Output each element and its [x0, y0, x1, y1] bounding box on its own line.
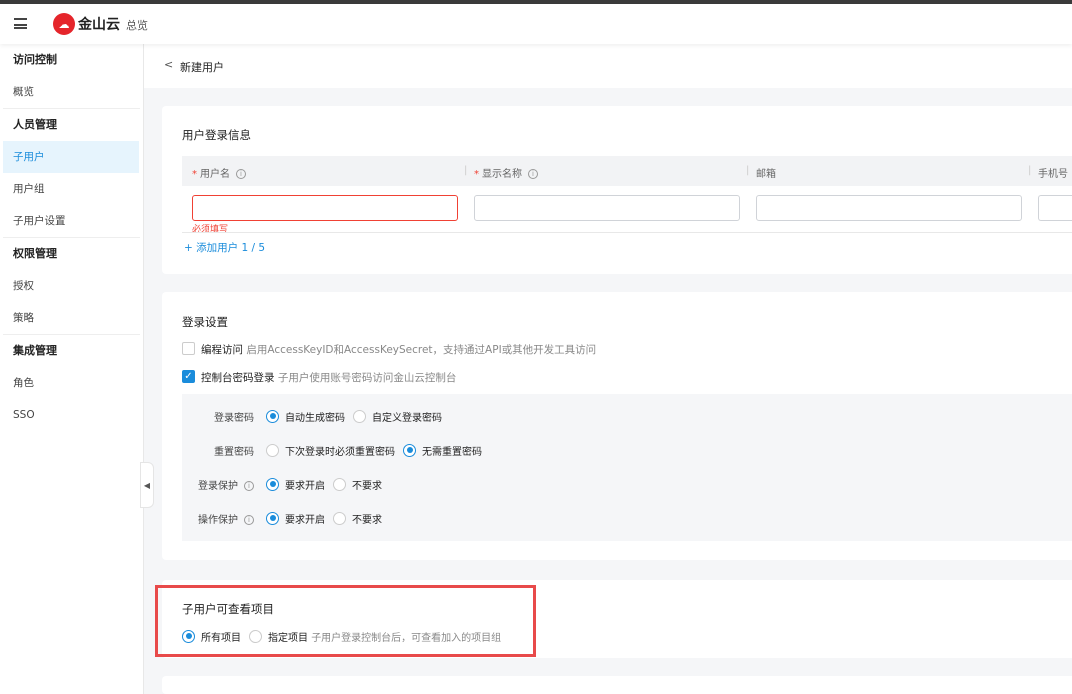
email-input[interactable] — [756, 195, 1022, 221]
sidebar-item-subuser-settings[interactable]: 子用户设置 — [0, 205, 139, 237]
sidebar-item-policies[interactable]: 策略 — [0, 302, 139, 334]
login-password-row: 登录密码 自动生成密码 自定义登录密码 — [182, 406, 450, 426]
console-login-settings: 登录密码 自动生成密码 自定义登录密码 重置密码 下次登录时必须重置密码 无需重… — [182, 394, 1072, 541]
sidebar-item-authorization[interactable]: 授权 — [0, 270, 139, 302]
sidebar: 访问控制 概览 人员管理 子用户 用户组 子用户设置 权限管理 授权 策略 集成… — [0, 44, 144, 694]
section-title: 登录设置 — [182, 315, 228, 329]
sidebar-item-overview[interactable]: 概览 — [0, 76, 139, 108]
page-header: < 新建用户 — [144, 44, 1072, 88]
radio-custom-password[interactable]: 自定义登录密码 — [353, 409, 442, 424]
sidebar-group-people: 人员管理 — [13, 118, 57, 131]
username-error: 必须填写 — [192, 225, 229, 235]
cloud-logo-icon: ☁ — [53, 13, 75, 35]
column-email: | 邮箱 — [746, 165, 776, 180]
sidebar-item-subusers[interactable]: 子用户 — [3, 141, 139, 173]
add-user-button[interactable]: + 添加用户 1 / 5 — [184, 240, 265, 255]
sidebar-group-access-control: 访问控制 — [13, 53, 57, 66]
radio-op-protect-off[interactable]: 不要求 — [333, 511, 382, 526]
sidebar-group-permissions: 权限管理 — [13, 247, 57, 260]
column-display-name: | * 显示名称 i — [464, 165, 538, 180]
display-name-input[interactable] — [474, 195, 740, 221]
back-chevron-icon[interactable]: < — [164, 58, 173, 71]
phone-input[interactable] — [1038, 195, 1072, 221]
column-username: * 用户名 i — [192, 165, 246, 180]
info-icon[interactable]: i — [244, 480, 254, 491]
next-card — [162, 676, 1072, 694]
radio-auto-password[interactable]: 自动生成密码 — [266, 409, 345, 424]
console-login-checkbox[interactable]: ✓ — [182, 370, 195, 383]
logo-text: 金山云 — [78, 17, 120, 33]
sidebar-item-roles[interactable]: 角色 — [0, 367, 139, 399]
console-login-option: 控制台密码登录 子用户使用账号密码访问金山云控制台 — [201, 372, 457, 384]
login-settings-card: 登录设置 编程访问 启用AccessKeyID和AccessKeySecret，… — [162, 292, 1072, 560]
divider — [182, 232, 1072, 233]
sidebar-collapse-button[interactable]: ◀ — [140, 462, 154, 508]
highlight-box — [155, 585, 536, 657]
operation-protection-row: 操作保护 i 要求开启 不要求 — [182, 508, 390, 528]
info-icon[interactable]: i — [236, 169, 246, 179]
sidebar-group-integration: 集成管理 — [13, 344, 57, 357]
programmatic-access-option: 编程访问 启用AccessKeyID和AccessKeySecret，支持通过A… — [201, 344, 597, 356]
overview-link[interactable]: 总览 — [126, 17, 148, 33]
section-title: 用户登录信息 — [182, 128, 251, 142]
programmatic-access-checkbox[interactable] — [182, 342, 195, 355]
reset-password-row: 重置密码 下次登录时必须重置密码 无需重置密码 — [182, 440, 490, 460]
radio-no-reset[interactable]: 无需重置密码 — [403, 443, 482, 458]
login-info-card: 用户登录信息 * 用户名 i | * 显示名称 i | 邮箱 | 手机号 必须填写 + 添加用… — [162, 106, 1072, 274]
login-protection-row: 登录保护 i 要求开启 不要求 — [182, 474, 390, 494]
radio-login-protect-off[interactable]: 不要求 — [333, 477, 382, 492]
hamburger-menu-icon[interactable] — [14, 18, 27, 29]
info-icon[interactable]: i — [244, 514, 254, 525]
column-phone: | 手机号 — [1028, 165, 1068, 180]
radio-must-reset[interactable]: 下次登录时必须重置密码 — [266, 443, 395, 458]
table-header: * 用户名 i | * 显示名称 i | 邮箱 | 手机号 — [182, 156, 1072, 186]
username-input[interactable] — [192, 195, 458, 221]
radio-login-protect-on[interactable]: 要求开启 — [266, 477, 325, 492]
top-header: ☁ 金山云 总览 — [0, 4, 1072, 44]
radio-op-protect-on[interactable]: 要求开启 — [266, 511, 325, 526]
logo[interactable]: ☁ 金山云 — [53, 13, 120, 35]
sidebar-item-user-groups[interactable]: 用户组 — [0, 173, 139, 205]
page-title: 新建用户 — [180, 61, 224, 74]
sidebar-item-sso[interactable]: SSO — [0, 399, 139, 431]
info-icon[interactable]: i — [528, 169, 538, 179]
